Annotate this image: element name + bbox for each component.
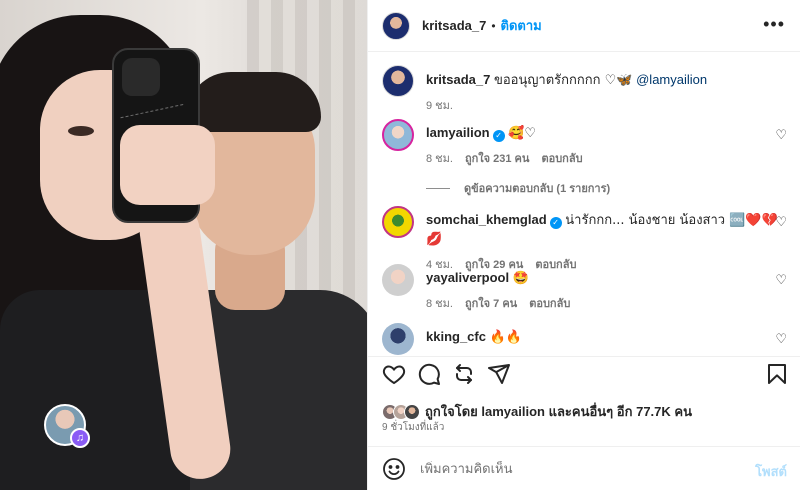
caption-mention-link[interactable]: @lamyailion bbox=[636, 72, 707, 87]
commenter-avatar[interactable] bbox=[382, 323, 414, 355]
comment-likes[interactable]: ถูกใจ 231 คน bbox=[465, 149, 529, 167]
more-options-icon[interactable]: ••• bbox=[763, 14, 785, 35]
comment-like-heart-icon[interactable]: ♡ bbox=[775, 127, 787, 143]
view-replies-label[interactable]: ดูข้อความตอบกลับ (1 รายการ) bbox=[464, 179, 610, 197]
commenter-avatar[interactable] bbox=[382, 206, 414, 238]
reply-button[interactable]: ตอบกลับ bbox=[541, 149, 582, 167]
send-icon[interactable] bbox=[487, 362, 511, 386]
post-comment-button[interactable]: โพสต์ bbox=[755, 461, 787, 482]
replies-line bbox=[426, 187, 450, 189]
likes-summary[interactable]: ถูกใจโดย lamyailion และคนอื่นๆ อีก 77.7K… bbox=[382, 401, 692, 422]
comment-username[interactable]: yayaliverpool bbox=[426, 270, 509, 285]
likes-text[interactable]: ถูกใจโดย lamyailion และคนอื่นๆ อีก 77.7K… bbox=[425, 401, 692, 422]
comment-text: 🔥🔥 bbox=[489, 330, 522, 345]
comment-text: 🥰♡ bbox=[508, 126, 537, 141]
comment-like-heart-icon[interactable]: ♡ bbox=[775, 214, 787, 230]
likes-user[interactable]: lamyailion bbox=[481, 404, 545, 419]
photo-hand bbox=[120, 125, 215, 205]
comment-icon[interactable] bbox=[417, 362, 441, 386]
commenter-avatar[interactable] bbox=[382, 264, 414, 296]
likes-suffix: คน bbox=[674, 404, 693, 419]
repost-icon[interactable] bbox=[452, 362, 476, 386]
author-username[interactable]: kritsada_7 bbox=[422, 18, 486, 33]
comment-row: somchai_khemglad ✓ น่ารักกก... น้องชาย น้… bbox=[382, 206, 787, 273]
follow-button[interactable]: ติดตาม bbox=[501, 15, 542, 36]
caption-username[interactable]: kritsada_7 bbox=[426, 72, 490, 87]
comment-like-heart-icon[interactable]: ♡ bbox=[775, 272, 787, 288]
caption-time[interactable]: 9 ชม. bbox=[426, 96, 453, 114]
separator-dot: • bbox=[491, 18, 496, 33]
post-modal: ♫ kritsada_7 • ติดตาม ••• kritsada_7 ขออ… bbox=[0, 0, 800, 490]
post-photo[interactable]: ♫ bbox=[0, 0, 367, 490]
author-avatar[interactable] bbox=[382, 11, 410, 40]
comment-row: lamyailion ✓ 🥰♡ 8 ชม. ถูกใจ 231 คน ตอบกลั… bbox=[382, 119, 787, 167]
liker-avatar bbox=[404, 403, 420, 420]
likes-middle: และคนอื่นๆ อีก bbox=[548, 404, 633, 419]
actions-divider bbox=[368, 356, 800, 357]
comment-time[interactable]: 8 ชม. bbox=[426, 294, 453, 312]
comment-row: kking_cfc 🔥🔥 ♡ bbox=[382, 323, 787, 355]
post-timestamp[interactable]: 9 ชั่วโมงที่แล้ว bbox=[382, 420, 444, 435]
photo-woman-eye bbox=[68, 126, 94, 136]
post-side-panel: kritsada_7 • ติดตาม ••• kritsada_7 ขออนุ… bbox=[367, 0, 800, 490]
emoji-icon[interactable] bbox=[382, 457, 406, 481]
post-caption: kritsada_7 ขออนุญาตรักกกกก ♡🦋 @lamyailio… bbox=[382, 65, 707, 114]
caption-author-avatar[interactable] bbox=[382, 65, 414, 97]
commenter-avatar[interactable] bbox=[382, 119, 414, 151]
bookmark-icon[interactable] bbox=[765, 362, 789, 386]
reply-button[interactable]: ตอบกลับ bbox=[529, 294, 570, 312]
comment-username[interactable]: somchai_khemglad bbox=[426, 212, 547, 227]
photo-phone-camera bbox=[122, 58, 160, 96]
heart-icon[interactable] bbox=[382, 362, 406, 386]
comment-username[interactable]: lamyailion bbox=[426, 125, 490, 140]
comments-list[interactable]: kritsada_7 ขออนุญาตรักกกกก ♡🦋 @lamyailio… bbox=[368, 52, 800, 356]
comment-like-heart-icon[interactable]: ♡ bbox=[775, 331, 787, 347]
comment-likes[interactable]: ถูกใจ 7 คน bbox=[465, 294, 517, 312]
photo-man-hair bbox=[186, 72, 321, 132]
music-badge-icon[interactable]: ♫ bbox=[70, 428, 90, 448]
comment-username[interactable]: kking_cfc bbox=[426, 329, 486, 344]
comment-time[interactable]: 8 ชม. bbox=[426, 149, 453, 167]
post-actions-bar bbox=[368, 362, 800, 392]
add-comment-bar: โพสต์ bbox=[368, 446, 800, 490]
likes-count[interactable]: 77.7K bbox=[636, 404, 671, 419]
comment-row: yayaliverpool 🤩 8 ชม. ถูกใจ 7 คน ตอบกลับ… bbox=[382, 264, 787, 312]
comment-text: 🤩 bbox=[512, 271, 529, 286]
post-header: kritsada_7 • ติดตาม ••• bbox=[368, 0, 800, 52]
caption-text: ขออนุญาตรักกกกก ♡🦋 bbox=[493, 73, 633, 88]
likes-prefix: ถูกใจโดย bbox=[425, 404, 478, 419]
view-replies-button[interactable]: ดูข้อความตอบกลับ (1 รายการ) bbox=[426, 179, 610, 197]
comment-input[interactable] bbox=[420, 461, 720, 476]
verified-badge-icon: ✓ bbox=[492, 130, 505, 142]
verified-badge-icon: ✓ bbox=[549, 217, 562, 229]
